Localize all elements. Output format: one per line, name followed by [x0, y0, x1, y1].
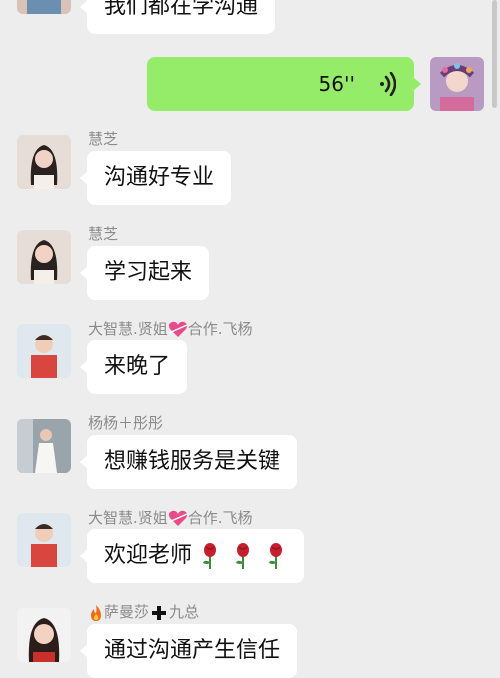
voice-message-bubble[interactable]: 56'': [147, 57, 421, 111]
fire-icon: [91, 604, 101, 621]
rose-icon: [269, 543, 283, 569]
avatar[interactable]: [17, 0, 71, 14]
avatar[interactable]: [17, 419, 71, 473]
message-text: 想赚钱服务是关键: [104, 449, 281, 474]
message-text: 通过沟通产生信任: [104, 638, 281, 663]
avatar[interactable]: [17, 608, 71, 662]
message-text: 欢迎老师: [104, 543, 193, 568]
sender-name: 大智慧.贤姐 合作.飞杨: [88, 320, 253, 338]
sender-name: 慧芝: [88, 130, 119, 148]
avatar[interactable]: [17, 135, 71, 189]
sender-name: 大智慧.贤姐 合作.飞杨: [88, 509, 253, 527]
avatar[interactable]: [17, 324, 71, 378]
message-bubble[interactable]: 学习起来: [79, 246, 210, 300]
message-bubble[interactable]: 我们都在学沟通: [79, 0, 276, 34]
heart-ribbon-icon: [168, 321, 188, 337]
message-text: 学习起来: [104, 260, 193, 285]
sender-name: 杨杨＋彤彤: [88, 414, 164, 432]
voice-duration: 56'': [318, 72, 355, 96]
message-text: 来晚了: [104, 354, 171, 379]
rose-icon: [236, 543, 250, 569]
message-text: 沟通好专业: [104, 165, 215, 190]
sender-name: 萨曼莎 九总: [88, 601, 199, 622]
avatar[interactable]: [17, 513, 71, 567]
rose-icon: [203, 543, 217, 569]
message-bubble[interactable]: 通过沟通产生信任: [79, 624, 298, 678]
message-bubble[interactable]: 想赚钱服务是关键: [79, 435, 298, 489]
heart-ribbon-icon: [168, 510, 188, 526]
plus-icon: [152, 605, 167, 620]
message-bubble[interactable]: 欢迎老师: [79, 529, 305, 583]
scrollbar[interactable]: [492, 0, 497, 108]
message-text: 我们都在学沟通: [104, 0, 259, 19]
message-bubble[interactable]: 沟通好专业: [79, 151, 232, 205]
avatar[interactable]: [17, 230, 71, 284]
my-avatar[interactable]: [430, 57, 484, 111]
message-bubble[interactable]: 来晚了: [79, 340, 188, 394]
sender-name: 慧芝: [88, 225, 119, 243]
voice-wave-icon: [380, 72, 396, 96]
